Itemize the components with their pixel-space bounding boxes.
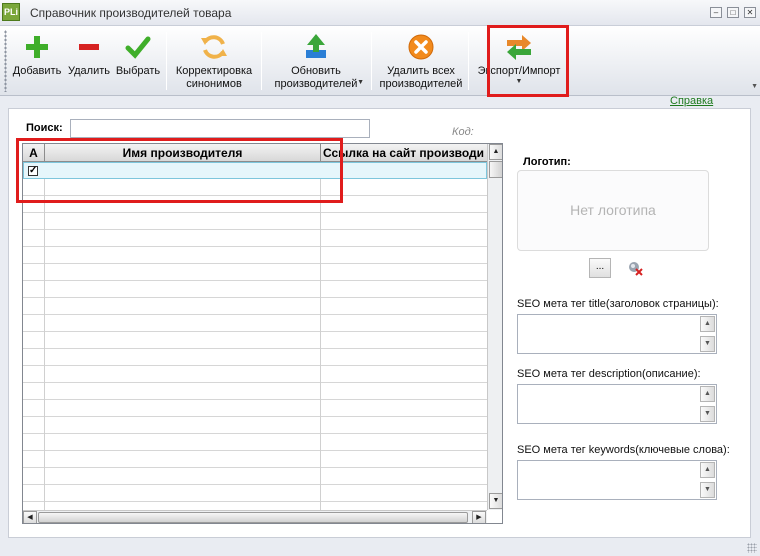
column-header-url[interactable]: Ссылка на сайт производи xyxy=(321,144,487,162)
toolbar-separator xyxy=(371,32,372,90)
scroll-up-icon[interactable]: ▲ xyxy=(700,316,715,332)
delete-all-button[interactable]: Удалить всех производителей xyxy=(375,28,467,94)
seo-description-field[interactable]: ▲ ▼ xyxy=(517,384,717,424)
logo-preview: Нет логотипа xyxy=(517,170,709,251)
plus-icon xyxy=(26,36,48,58)
checkmark-icon xyxy=(125,36,151,59)
select-button-label: Выбрать xyxy=(115,65,161,77)
seo-title-label: SEO мета тег title(заголовок страницы): xyxy=(517,298,719,310)
highlight-grid-header xyxy=(16,138,343,203)
synonyms-button[interactable]: Корректировка синонимов xyxy=(170,28,258,94)
synonyms-button-label: Корректировка синонимов xyxy=(175,65,253,90)
column-divider xyxy=(44,162,45,510)
help-link[interactable]: Справка xyxy=(670,95,713,107)
remove-logo-icon[interactable] xyxy=(627,260,643,276)
scroll-up-icon[interactable]: ▲ xyxy=(700,462,715,478)
hscroll-thumb[interactable] xyxy=(38,512,468,523)
minus-icon xyxy=(79,44,99,50)
scroll-down-icon[interactable]: ▼ xyxy=(700,406,715,422)
add-button-label: Добавить xyxy=(12,65,62,77)
upload-arrow-icon xyxy=(306,34,326,58)
code-label: Код: xyxy=(452,126,474,138)
logo-label: Логотип: xyxy=(523,156,571,168)
toolbar-separator xyxy=(261,32,262,90)
refresh-icon xyxy=(201,35,227,59)
scroll-up-icon[interactable]: ▲ xyxy=(489,144,502,160)
select-button[interactable]: Выбрать xyxy=(114,28,162,94)
grid-rows[interactable] xyxy=(23,162,487,510)
close-button[interactable]: ✕ xyxy=(744,7,756,18)
resize-grip-icon[interactable] xyxy=(747,543,757,553)
scroll-thumb[interactable] xyxy=(489,161,502,178)
grid-horizontal-scrollbar[interactable]: ◀ ▶ xyxy=(23,510,487,523)
search-input[interactable] xyxy=(70,119,370,138)
grid-vertical-scrollbar[interactable]: ▲ ▼ xyxy=(487,144,502,510)
app-icon: PLi xyxy=(2,3,20,21)
maximize-button[interactable]: □ xyxy=(727,7,739,18)
toolbar-separator xyxy=(166,32,167,90)
scroll-down-icon[interactable]: ▼ xyxy=(700,336,715,352)
delete-button-label: Удалить xyxy=(68,65,110,77)
seo-description-label: SEO мета тег description(описание): xyxy=(517,368,701,380)
delete-button[interactable]: Удалить xyxy=(66,28,112,94)
delete-all-label: Удалить всех производителей xyxy=(379,65,463,90)
refresh-manufacturers-button[interactable]: Обновить производителей ▼ xyxy=(264,28,368,94)
scroll-left-icon[interactable]: ◀ xyxy=(23,511,37,523)
search-label: Поиск: xyxy=(26,122,63,134)
window-title: Справочник производителей товара xyxy=(30,6,232,20)
add-button[interactable]: Добавить xyxy=(10,28,64,94)
toolbar-separator xyxy=(468,32,469,90)
refresh-manufacturers-label: Обновить производителей xyxy=(274,65,358,90)
column-divider xyxy=(320,162,321,510)
toolbar-grip[interactable] xyxy=(4,30,7,92)
highlight-export-import xyxy=(487,25,569,97)
browse-logo-button[interactable]: ... xyxy=(589,258,611,278)
cancel-icon xyxy=(408,34,434,60)
minimize-button[interactable]: – xyxy=(710,7,722,18)
title-bar: PLi Справочник производителей товара – □… xyxy=(0,0,760,26)
dropdown-arrow-icon: ▼ xyxy=(357,79,364,86)
scroll-right-icon[interactable]: ▶ xyxy=(472,511,486,523)
scroll-down-icon[interactable]: ▼ xyxy=(489,493,502,509)
seo-title-field[interactable]: ▲ ▼ xyxy=(517,314,717,354)
seo-keywords-field[interactable]: ▲ ▼ xyxy=(517,460,717,500)
seo-keywords-label: SEO мета тег keywords(ключевые слова): xyxy=(517,444,730,456)
toolbar: Добавить Удалить Выбрать Корректировка с… xyxy=(0,26,760,96)
scroll-down-icon[interactable]: ▼ xyxy=(700,482,715,498)
scroll-up-icon[interactable]: ▲ xyxy=(700,386,715,402)
toolbar-overflow-icon[interactable]: ▼ xyxy=(751,83,758,90)
